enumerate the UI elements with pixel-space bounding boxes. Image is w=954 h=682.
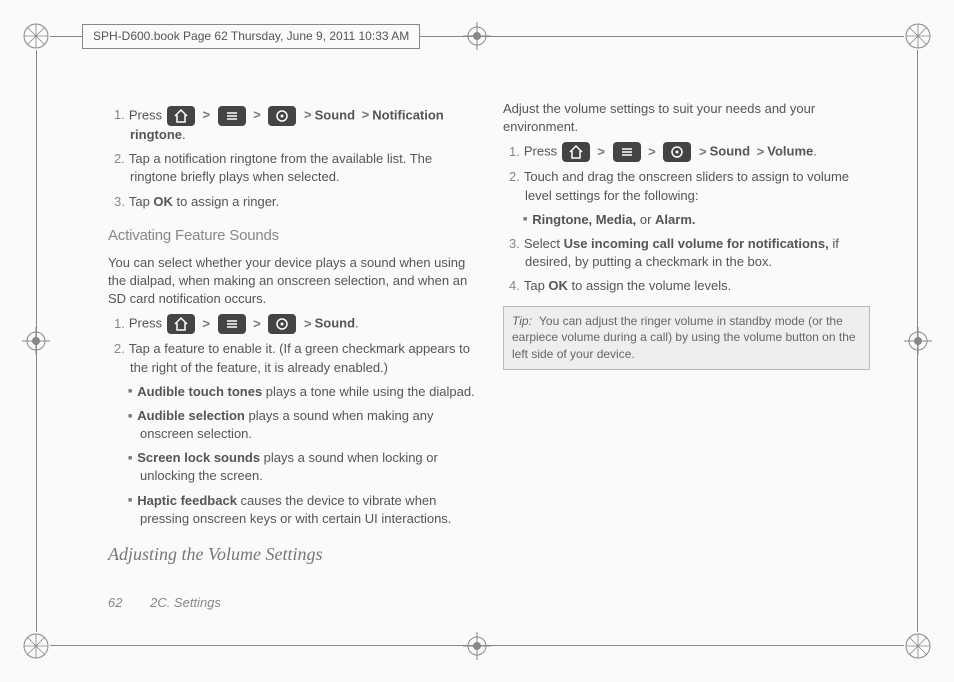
- step: 1.Press > > >Sound >Notification rington…: [130, 106, 475, 144]
- tip-label: Tip:: [512, 314, 532, 328]
- registration-mark-icon: [904, 327, 932, 355]
- step-text: or: [636, 212, 655, 227]
- section-subhead: Activating Feature Sounds: [108, 225, 475, 246]
- bullet-item: Audible selection plays a sound when mak…: [140, 407, 475, 443]
- step-text: Touch and drag the onscreen sliders to a…: [524, 169, 849, 202]
- page-header-box: SPH-D600.book Page 62 Thursday, June 9, …: [82, 24, 420, 49]
- page-body: 1.Press > > >Sound >Notification rington…: [108, 100, 870, 580]
- step-text: Press: [524, 144, 561, 159]
- step-text: Tap: [129, 194, 154, 209]
- settings-icon: [268, 106, 296, 126]
- path-label: Sound: [315, 316, 355, 331]
- bullet-item: Haptic feedback causes the device to vib…: [140, 492, 475, 528]
- ui-label: Use incoming call volume for notificatio…: [564, 236, 829, 251]
- crop-dial-icon: [904, 22, 932, 50]
- path-label: Volume: [767, 144, 813, 159]
- step-text: to assign a ringer.: [173, 194, 279, 209]
- feature-name: Audible selection: [137, 408, 245, 423]
- home-icon: [167, 314, 195, 334]
- step-text: Select: [524, 236, 564, 251]
- page-footer: 62 2C. Settings: [108, 594, 221, 612]
- menu-icon: [218, 314, 246, 334]
- crop-line: [50, 645, 904, 646]
- tip-body: You can adjust the ringer volume in stan…: [512, 314, 856, 362]
- ui-label: OK: [153, 194, 173, 209]
- page-number: 62: [108, 595, 122, 610]
- settings-icon: [268, 314, 296, 334]
- bullet-item: Screen lock sounds plays a sound when lo…: [140, 449, 475, 485]
- menu-icon: [218, 106, 246, 126]
- ui-label: OK: [548, 278, 568, 293]
- step-text: Tap: [524, 278, 549, 293]
- section-label: 2C. Settings: [150, 595, 221, 610]
- paragraph: You can select whether your device plays…: [108, 254, 475, 309]
- crop-dial-icon: [22, 632, 50, 660]
- settings-icon: [663, 142, 691, 162]
- step: 1.Press > > >Sound >Volume.: [525, 142, 870, 162]
- feature-name: Screen lock sounds: [137, 450, 260, 465]
- step-text: Press: [129, 107, 166, 122]
- step: 3.Select Use incoming call volume for no…: [525, 235, 870, 271]
- feature-desc: plays a tone while using the dialpad.: [262, 384, 474, 399]
- step: 4.Tap OK to assign the volume levels.: [525, 277, 870, 295]
- bullet-item: Ringtone, Media, or Alarm.: [535, 211, 870, 229]
- crop-dial-icon: [904, 632, 932, 660]
- path-label: Sound: [315, 107, 355, 122]
- step: 2.Tap a notification ringtone from the a…: [130, 150, 475, 186]
- step-text: Press: [129, 316, 166, 331]
- crop-line: [36, 50, 37, 632]
- step: 2.Touch and drag the onscreen sliders to…: [525, 168, 870, 204]
- step-text: to assign the volume levels.: [568, 278, 731, 293]
- feature-name: Ringtone, Media,: [532, 212, 636, 227]
- feature-name: Haptic feedback: [137, 493, 237, 508]
- paragraph: Adjust the volume settings to suit your …: [503, 100, 870, 136]
- menu-icon: [613, 142, 641, 162]
- home-icon: [562, 142, 590, 162]
- feature-name: Alarm.: [655, 212, 695, 227]
- crop-line: [917, 50, 918, 632]
- step-text: Tap a feature to enable it. (If a green …: [129, 341, 470, 374]
- feature-name: Audible touch tones: [137, 384, 262, 399]
- path-label: Sound: [710, 144, 750, 159]
- home-icon: [167, 106, 195, 126]
- step: 1.Press > > >Sound.: [130, 314, 475, 334]
- section-heading: Adjusting the Volume Settings: [108, 542, 475, 567]
- registration-mark-icon: [463, 632, 491, 660]
- step: 3.Tap OK to assign a ringer.: [130, 193, 475, 211]
- tip-box: Tip: You can adjust the ringer volume in…: [503, 306, 870, 370]
- bullet-item: Audible touch tones plays a tone while u…: [140, 383, 475, 401]
- step-text: Tap a notification ringtone from the ava…: [129, 151, 432, 184]
- crop-dial-icon: [22, 22, 50, 50]
- step: 2.Tap a feature to enable it. (If a gree…: [130, 340, 475, 376]
